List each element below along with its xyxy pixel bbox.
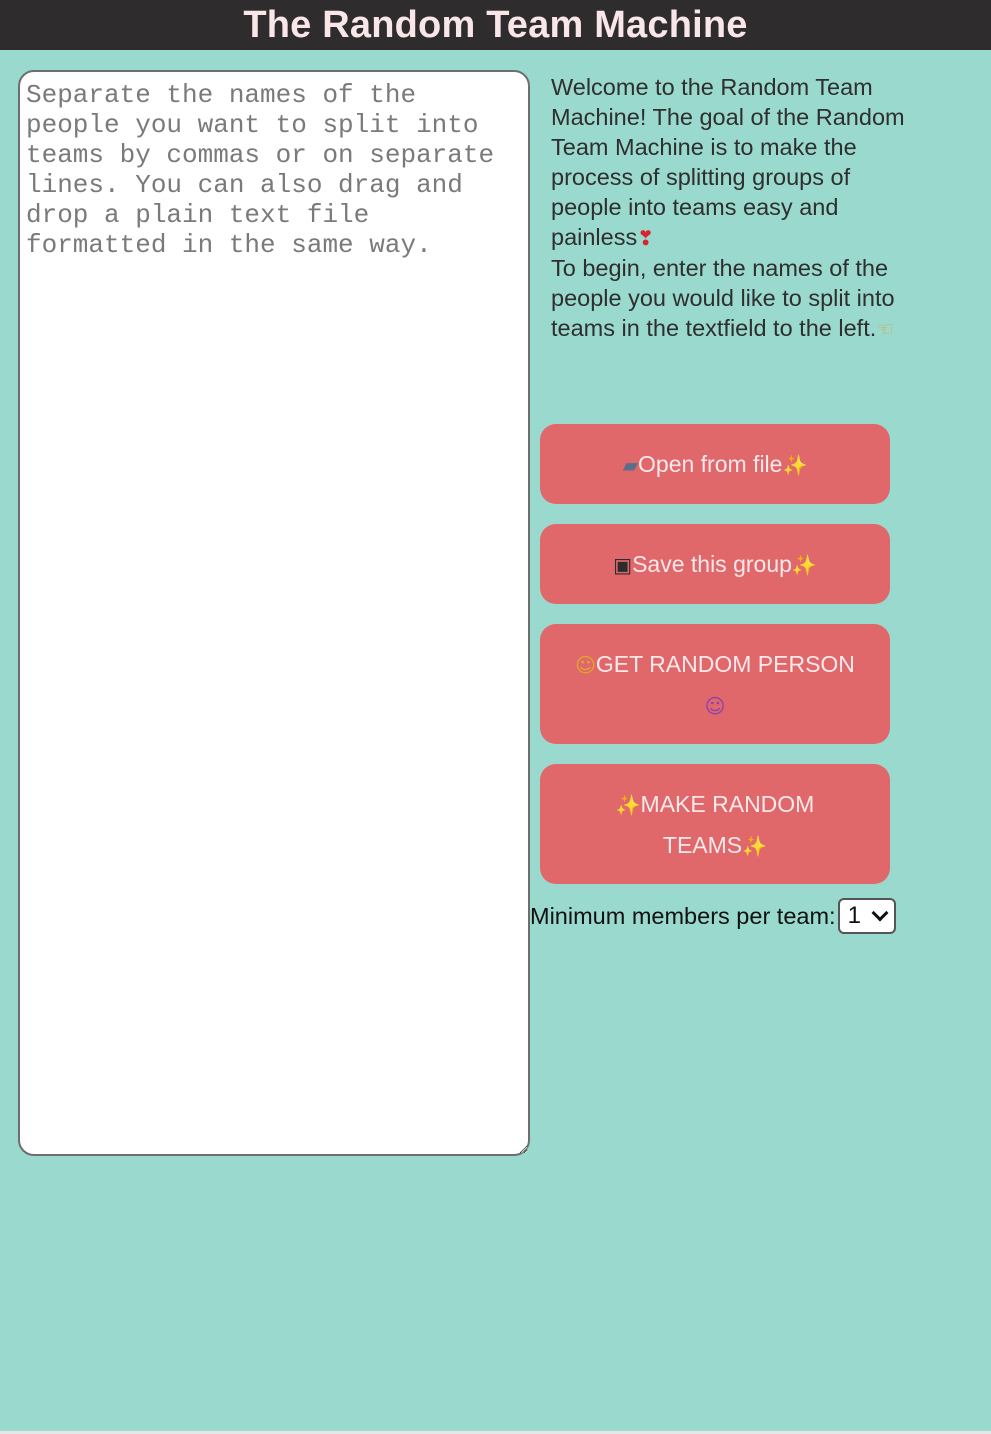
page-title: The Random Team Machine <box>243 3 748 46</box>
get-random-person-label: GET RANDOM PERSON <box>595 651 855 677</box>
header-bar: The Random Team Machine <box>0 0 991 50</box>
min-members-control: Minimum members per team: 1 <box>530 897 896 935</box>
make-random-teams-button[interactable]: ✨MAKE RANDOM TEAMS✨ <box>540 764 890 884</box>
chevron-down-icon <box>871 904 889 922</box>
welcome-paragraph-intro: Welcome to the Random Team Machine! The … <box>551 72 911 253</box>
min-members-selected-value: 1 <box>847 902 861 929</box>
sparkles-icon: ✨ <box>782 452 808 477</box>
save-group-label: Save this group <box>632 550 792 577</box>
welcome-paragraph-instructions: To begin, enter the names of the people … <box>551 253 911 344</box>
woman-raising-hand-icon: ☺ <box>704 694 726 718</box>
make-random-teams-label: MAKE RANDOM TEAMS <box>640 791 815 858</box>
min-members-select[interactable]: 1 <box>837 898 896 934</box>
floppy-disk-icon: ▣ <box>613 552 633 577</box>
welcome-text: Welcome to the Random Team Machine! The … <box>551 72 911 344</box>
welcome-instructions-text: To begin, enter the names of the people … <box>551 255 895 341</box>
min-members-label: Minimum members per team: <box>530 902 836 929</box>
names-input[interactable] <box>18 70 530 1156</box>
welcome-intro-text: Welcome to the Random Team Machine! The … <box>551 74 905 250</box>
sparkles-icon: ✨ <box>615 793 641 817</box>
sparkles-icon: ✨ <box>742 834 768 858</box>
heart-exclamation-icon: ❣ <box>637 226 654 250</box>
sparkles-icon: ✨ <box>791 552 817 577</box>
open-from-file-button[interactable]: ▰Open from file✨ <box>540 424 890 504</box>
get-random-person-button[interactable]: ☺GET RANDOM PERSON ☺ <box>540 624 890 744</box>
folder-icon: ▰ <box>622 452 639 477</box>
open-from-file-label: Open from file <box>638 450 783 477</box>
save-group-button[interactable]: ▣Save this group✨ <box>540 524 890 604</box>
person-raising-hand-icon: ☺ <box>575 653 596 677</box>
pointing-left-hand-icon: ☜ <box>876 317 895 341</box>
